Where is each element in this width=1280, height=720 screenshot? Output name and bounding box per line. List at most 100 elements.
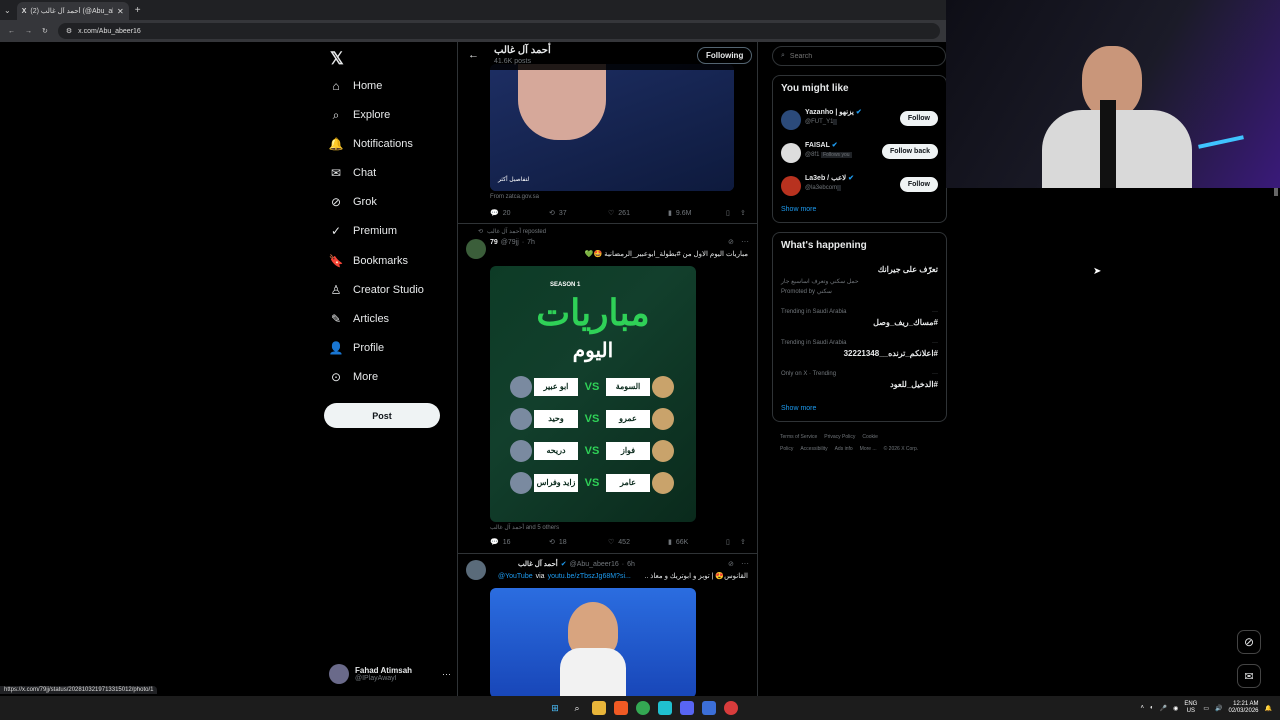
back-icon[interactable]: ← (8, 28, 15, 35)
nav-item-articles[interactable]: ✎ Articles (329, 312, 389, 326)
file-explorer-icon[interactable] (592, 701, 606, 715)
tournament-image[interactable]: SEASON 1 مباريات اليوم ابو عبير VS السومة و… (490, 266, 696, 522)
nav-item-grok[interactable]: ⊘ Grok (329, 195, 377, 209)
nav-item-bookmarks[interactable]: 🔖 Bookmarks (329, 254, 409, 268)
trend-item[interactable]: Trending in Saudi Arabia ··· #مساك_ريف_وصل (781, 309, 938, 327)
grok-icon[interactable]: ⊘ (728, 560, 734, 568)
app-icon[interactable] (724, 701, 738, 715)
bookmark-icon[interactable]: ▯ (726, 209, 730, 217)
browser-tab[interactable]: X (2) أحمد آل غالب (@Abu_abeer16 ✕ (16, 2, 129, 20)
nav-item-profile[interactable]: 👤 Profile (329, 341, 385, 355)
footer-link[interactable]: Accessibility (800, 446, 827, 452)
tweet-author[interactable]: أحمد آل غالب (518, 560, 558, 568)
language-indicator[interactable]: ENG US (1184, 701, 1197, 715)
follow-button[interactable]: Follow (899, 177, 938, 192)
follow-button[interactable]: Follow back (881, 144, 938, 159)
account-switcher[interactable]: Fahad Atimsah @IPlayAwayI ··· (329, 660, 451, 688)
site-info-icon[interactable]: ⚙ (66, 27, 72, 35)
close-tab-icon[interactable]: ✕ (117, 7, 124, 16)
windows-start-icon[interactable]: ⊞ (548, 701, 562, 715)
back-arrow-icon[interactable]: ← (468, 49, 479, 61)
more-dots-icon[interactable]: ··· (932, 340, 938, 346)
show-more-link[interactable]: Show more (781, 206, 816, 213)
reply-count[interactable]: 💬 16 (490, 538, 511, 547)
tray-icon[interactable]: ◉ (1173, 705, 1178, 712)
like-count[interactable]: ♡ 452 (608, 538, 630, 547)
more-dots-icon[interactable]: ··· (741, 237, 749, 246)
repost-count[interactable]: ⟲ 18 (549, 538, 567, 547)
forward-icon[interactable]: → (25, 28, 32, 35)
reply-icon: 💬 (490, 210, 499, 217)
view-count[interactable]: ▮ 9.6M (668, 209, 691, 218)
promo-title[interactable]: تعرّف على جيرانك (878, 265, 938, 274)
new-tab-icon[interactable]: + (135, 5, 141, 16)
network-icon[interactable]: ▭ (1203, 705, 1209, 712)
more-dots-icon[interactable]: ··· (932, 371, 938, 377)
more-dots-icon[interactable]: ··· (442, 669, 451, 679)
notification-bell-icon[interactable]: 🔔 (1265, 705, 1272, 712)
app-icon[interactable] (658, 701, 672, 715)
user-name: Yazanho | يزنهو ✔ (805, 109, 862, 116)
chrome-icon[interactable] (636, 701, 650, 715)
search-input[interactable] (789, 52, 930, 60)
avatar[interactable] (466, 560, 486, 580)
more-dots-icon[interactable]: ··· (932, 309, 938, 315)
trend-item[interactable]: Trending in Saudi Arabia ··· #اعلانكم_ترند… (781, 340, 938, 358)
like-count[interactable]: ♡ 261 (608, 209, 630, 218)
reply-count[interactable]: 💬 20 (490, 209, 511, 218)
reload-icon[interactable]: ↻ (42, 27, 48, 35)
nav-item-premium[interactable]: ✓ Premium (329, 224, 397, 238)
nav-item-creator-studio[interactable]: ♙ Creator Studio (329, 283, 424, 297)
post-button[interactable]: Post (324, 403, 440, 428)
nav-item-home[interactable]: ⌂ Home (329, 79, 382, 93)
nav-item-more[interactable]: ⊙ More (329, 370, 378, 384)
nav-item-notifications[interactable]: 🔔 Notifications (329, 137, 413, 151)
mic-icon[interactable]: 🎤 (1160, 705, 1167, 712)
follow-button[interactable]: Follow (899, 111, 938, 126)
following-button[interactable]: Following (697, 47, 753, 64)
avatar (781, 110, 801, 130)
tagged-users[interactable]: أحمد آل غالب and 5 others (490, 524, 559, 531)
user-suggestion[interactable]: Yazanho | يزنهو ✔ @FUT_Y1 Follow (773, 106, 946, 134)
user-suggestion[interactable]: FAISAL ✔ @8f1 Follows you Follow back (773, 139, 946, 167)
app-icon[interactable] (702, 701, 716, 715)
bookmark-icon[interactable]: ▯ (726, 538, 730, 546)
footer-link[interactable]: More ... (860, 446, 877, 452)
tweet-card-image[interactable]: لتفاصيل أكثر (490, 64, 734, 191)
youtube-mention[interactable]: @YouTube (498, 573, 533, 580)
tweet-source[interactable]: From zatca.gov.sa (490, 194, 539, 200)
clock[interactable]: 12:21 AM 02/03/2026 (1228, 701, 1258, 715)
messages-float-button[interactable]: ✉ (1237, 664, 1261, 688)
footer-link[interactable]: Privacy Policy (824, 434, 855, 440)
show-more-link[interactable]: Show more (781, 405, 816, 412)
scrollbar[interactable] (1274, 188, 1278, 196)
share-icon[interactable]: ⇪ (740, 538, 746, 546)
nav-item-explore[interactable]: ⌕ Explore (329, 108, 391, 122)
video-thumbnail[interactable] (490, 588, 696, 696)
youtube-link[interactable]: youtu.be/zTbszJg68M?si... (548, 573, 631, 580)
footer-link[interactable]: Ads info (835, 446, 853, 452)
grok-float-button[interactable]: ⊘ (1237, 630, 1261, 654)
footer-link[interactable]: © 2026 X Corp. (884, 446, 919, 452)
tweet-author[interactable]: 79 (490, 239, 498, 246)
tab-list-icon[interactable]: ⌄ (4, 6, 11, 15)
user-suggestion[interactable]: La3eb / لاعب ✔ @la3ebcom Follow (773, 172, 946, 200)
footer-link[interactable]: Terms of Service (780, 434, 817, 440)
more-dots-icon[interactable]: ··· (741, 559, 749, 568)
repost-count[interactable]: ⟲ 37 (549, 209, 567, 218)
grok-icon[interactable]: ⊘ (728, 238, 734, 246)
share-icon[interactable]: ⇪ (740, 209, 746, 217)
avatar[interactable] (466, 239, 486, 259)
search-box[interactable]: ⌕ (772, 46, 946, 66)
brave-icon[interactable] (614, 701, 628, 715)
trend-item[interactable]: Only on X · Trending ··· #الدخيل_للعود (781, 371, 938, 389)
nav-item-chat[interactable]: ✉ Chat (329, 166, 376, 180)
url-field[interactable]: ⚙ x.com/Abu_abeer16 (57, 23, 940, 39)
tray-icon[interactable]: ◐ (1150, 705, 1154, 711)
search-icon[interactable]: ⌕ (570, 701, 584, 715)
view-count[interactable]: ▮ 66K (668, 538, 688, 547)
x-logo-icon[interactable]: 𝕏 (330, 49, 344, 69)
volume-icon[interactable]: 🔊 (1215, 705, 1222, 712)
tray-arrow-icon[interactable]: ˄ (1140, 705, 1144, 711)
discord-icon[interactable] (680, 701, 694, 715)
